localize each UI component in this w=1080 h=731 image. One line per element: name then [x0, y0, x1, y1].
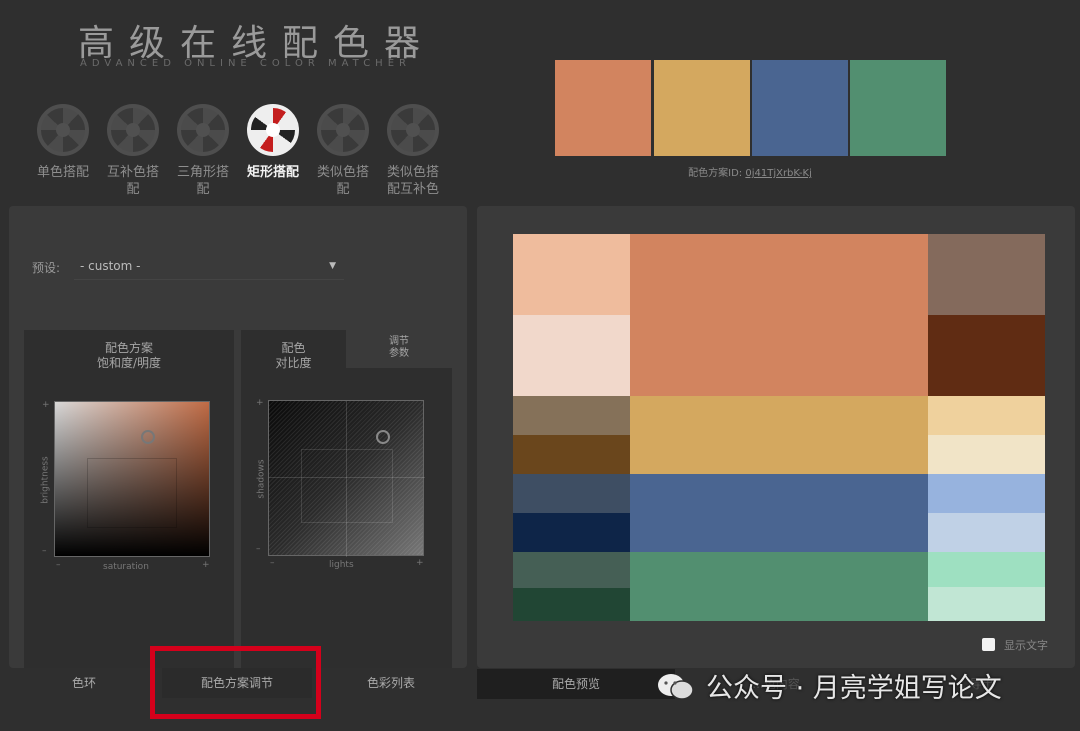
preview-cell — [513, 396, 630, 435]
lights-minus: – — [270, 558, 275, 568]
complementary-wheel-icon[interactable] — [107, 104, 159, 156]
preview-cell — [928, 513, 1045, 552]
preset-value: - custom - — [80, 259, 141, 273]
watermark-text: 公众号 · 月亮学姐写论文 — [706, 673, 1002, 704]
mode-complementary-wheel[interactable]: 互补色搭配 — [100, 104, 166, 198]
analogic-wheel-icon[interactable] — [317, 104, 369, 156]
preview-cell — [513, 435, 630, 474]
tab-adjust-params-label: 调节 参数 — [389, 336, 409, 359]
saturation-axis-label: saturation — [103, 562, 149, 572]
mode-label: 互补色搭配 — [106, 165, 159, 197]
mode-triad-wheel[interactable]: 三角形搭配 — [170, 104, 236, 198]
preview-cell — [513, 513, 630, 552]
highlight-box — [150, 646, 321, 719]
app-subtitle: ADVANCED ONLINE COLOR MATCHER — [80, 58, 411, 69]
mode-analogic-complement-wheel[interactable]: 类似色搭 配互补色 — [380, 104, 446, 198]
mode-label: 三角形搭配 — [176, 165, 229, 197]
color-preview-grid — [513, 234, 1045, 621]
preset-select[interactable]: - custom - ▼ — [74, 252, 344, 280]
mode-tetrad-wheel[interactable]: 矩形搭配 — [240, 104, 306, 181]
dropdown-arrow-icon: ▼ — [329, 261, 336, 271]
brightness-axis-label: brightness — [40, 456, 51, 504]
preview-cell — [928, 587, 1045, 621]
tab-color-list[interactable]: 色彩列表 — [316, 668, 466, 698]
show-text-checkbox[interactable] — [982, 638, 995, 651]
mode-monochrome-wheel[interactable]: 单色搭配 — [30, 104, 96, 181]
tab-contrast-label[interactable]: 配色 对比度 — [241, 341, 346, 371]
shadows-axis-label: shadows — [256, 459, 267, 499]
preview-cell — [928, 315, 1045, 396]
preview-main-cell — [630, 396, 928, 474]
triad-wheel-icon[interactable] — [177, 104, 229, 156]
saturation-range-box — [87, 458, 177, 528]
scheme-id: 配色方案ID: 0j41TjXrbK-Kj — [555, 164, 945, 179]
mode-label: 矩形搭配 — [246, 165, 299, 180]
contrast-handle[interactable] — [376, 430, 390, 444]
preview-cell — [513, 588, 630, 621]
saturation-brightness-title: 配色方案 饱和度/明度 — [96, 341, 162, 370]
scheme-id-link[interactable]: 0j41TjXrbK-Kj — [745, 168, 812, 179]
preview-cell — [928, 435, 1045, 474]
palette-swatch-2[interactable] — [654, 60, 750, 156]
wechat-icon — [658, 674, 694, 700]
preview-cell — [928, 552, 1045, 587]
monochrome-wheel-icon[interactable] — [37, 104, 89, 156]
palette-swatch-4[interactable] — [850, 60, 946, 156]
scheme-id-label: 配色方案ID: — [688, 168, 746, 179]
preview-cell — [513, 234, 630, 315]
saturation-plus: + — [202, 560, 210, 570]
preview-cell — [513, 552, 630, 588]
preview-main-cell — [630, 552, 928, 621]
lights-plus: + — [416, 558, 424, 568]
preview-main-cell — [630, 234, 928, 396]
mode-analogic-wheel[interactable]: 类似色搭配 — [310, 104, 376, 198]
tab-adjust-params[interactable]: 调节 参数 — [346, 330, 452, 368]
palette-swatch-3[interactable] — [752, 60, 848, 156]
tab-color-wheel[interactable]: 色环 — [9, 668, 159, 698]
shadows-minus: – — [256, 544, 261, 554]
contrast-range-box — [301, 449, 393, 523]
tetrad-wheel-icon[interactable] — [247, 104, 299, 156]
lights-axis-label: lights — [329, 560, 354, 570]
preview-main-cell — [630, 474, 928, 552]
tab-preview[interactable]: 配色预览 — [477, 669, 675, 699]
shadows-plus: + — [256, 398, 264, 408]
preview-cell — [928, 234, 1045, 315]
preview-cell — [513, 315, 630, 396]
saturation-brightness-handle[interactable] — [141, 430, 155, 444]
show-text-label: 显示文字 — [1004, 639, 1048, 652]
mode-label: 单色搭配 — [36, 165, 89, 180]
brightness-plus: + — [42, 400, 50, 410]
preview-cell — [928, 396, 1045, 435]
saturation-minus: – — [56, 560, 61, 570]
contrast-picker[interactable] — [268, 400, 425, 557]
preview-cell — [928, 474, 1045, 513]
palette-swatch-1[interactable] — [555, 60, 651, 156]
preview-cell — [513, 474, 630, 513]
saturation-brightness-picker[interactable] — [54, 401, 210, 557]
mode-label: 类似色搭 配互补色 — [386, 165, 439, 197]
mode-label: 类似色搭配 — [316, 165, 369, 197]
analogic-complement-wheel-icon[interactable] — [387, 104, 439, 156]
preset-label: 预设: — [32, 261, 61, 275]
brightness-minus: – — [42, 546, 47, 556]
